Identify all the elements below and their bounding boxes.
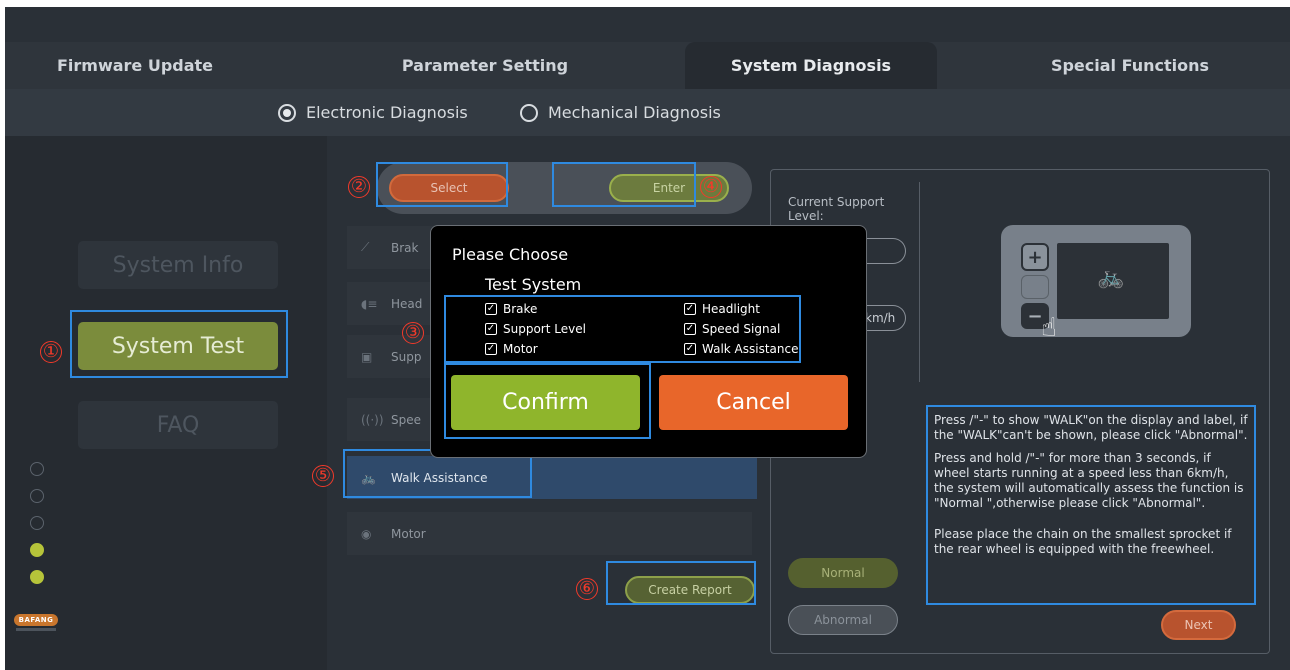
test-item-motor[interactable]: ◉ Motor	[347, 512, 752, 555]
normal-button[interactable]: Normal	[788, 558, 898, 588]
diagnosis-mode-row: Electronic Diagnosis Mechanical Diagnosi…	[5, 89, 1290, 136]
support-level-icon: ▣	[361, 349, 373, 364]
test-item-label: Brak	[391, 240, 419, 255]
brake-icon: ⟋	[361, 240, 370, 254]
annotation-number-3: ③	[402, 322, 424, 344]
headlight-icon: ◖≡	[361, 296, 378, 311]
highlight-system-test	[70, 310, 288, 378]
highlight-options	[444, 295, 801, 363]
side-icon-bar: BAFANG	[10, 456, 62, 651]
test-item-label: Supp	[391, 349, 422, 364]
plus-button-icon: +	[1021, 243, 1049, 271]
faq-button[interactable]: FAQ	[78, 401, 278, 449]
cancel-button[interactable]: Cancel	[659, 375, 848, 430]
help-icon[interactable]	[30, 489, 44, 503]
radio-unselected-icon	[520, 103, 538, 122]
test-item-label: Motor	[391, 526, 426, 541]
speed-signal-icon: ((·))	[361, 412, 384, 427]
left-nav: System Info System Test FAQ BAFANG	[5, 136, 327, 670]
panel-divider	[919, 182, 920, 382]
system-info-button[interactable]: System Info	[78, 241, 278, 289]
tab-parameter-setting[interactable]: Parameter Setting	[365, 42, 605, 89]
next-button[interactable]: Next	[1161, 610, 1236, 640]
bafang-logo: BAFANG	[14, 614, 58, 626]
radio-label: Mechanical Diagnosis	[548, 103, 721, 122]
annotation-number-2: ②	[348, 176, 370, 198]
speed-value: km/h	[861, 305, 906, 331]
annotation-number-6: ⑥	[576, 578, 598, 600]
test-item-label: Spee	[391, 412, 421, 427]
highlight-select	[376, 162, 508, 207]
dialog-subtitle: Test System	[485, 275, 582, 294]
highlight-create-report	[606, 561, 756, 605]
instruction-text: Please place the chain on the smallest s…	[934, 527, 1232, 556]
annotation-number-1: ①	[40, 341, 62, 363]
display-device-illustration: + − 🚲 ☝	[1001, 225, 1191, 343]
tab-firmware-update[interactable]: Firmware Update	[5, 42, 265, 89]
walk-bike-icon: 🚲	[1097, 265, 1125, 290]
instruction-text: Press /"-" to show "WALK"on the display …	[934, 413, 1248, 442]
support-level-value	[861, 238, 906, 264]
highlight-confirm	[444, 363, 651, 439]
current-support-label: Current Support Level:	[788, 195, 885, 223]
tab-system-diagnosis[interactable]: System Diagnosis	[685, 42, 937, 89]
dialog-title: Please Choose	[452, 245, 569, 264]
motor-icon: ◉	[361, 526, 372, 541]
annotation-number-4: ④	[700, 176, 722, 198]
instructions-box: Press /"-" to show "WALK"on the display …	[926, 405, 1256, 605]
main-tabs: Firmware Update Parameter Setting System…	[5, 42, 1290, 89]
radio-label: Electronic Diagnosis	[306, 103, 468, 122]
radio-electronic-diagnosis[interactable]: Electronic Diagnosis	[278, 103, 468, 122]
user-icon[interactable]	[30, 543, 44, 557]
power-icon[interactable]	[30, 516, 44, 530]
annotation-number-5: ⑤	[312, 465, 334, 487]
highlight-enter	[552, 162, 696, 207]
instruction-text: Press and hold /"-" for more than 3 seco…	[934, 451, 1244, 510]
abnormal-button[interactable]: Abnormal	[788, 605, 898, 635]
link-icon[interactable]	[30, 570, 44, 584]
radio-mechanical-diagnosis[interactable]: Mechanical Diagnosis	[520, 103, 721, 122]
tab-special-functions[interactable]: Special Functions	[1005, 42, 1255, 89]
pointing-hand-icon: ☝	[1041, 313, 1057, 343]
radio-selected-icon	[278, 103, 296, 122]
middle-button-icon	[1021, 275, 1049, 299]
settings-icon[interactable]	[30, 462, 44, 476]
device-screen: 🚲	[1057, 243, 1169, 319]
test-item-label: Head	[391, 296, 423, 311]
logo-subtext-bar	[16, 628, 56, 631]
